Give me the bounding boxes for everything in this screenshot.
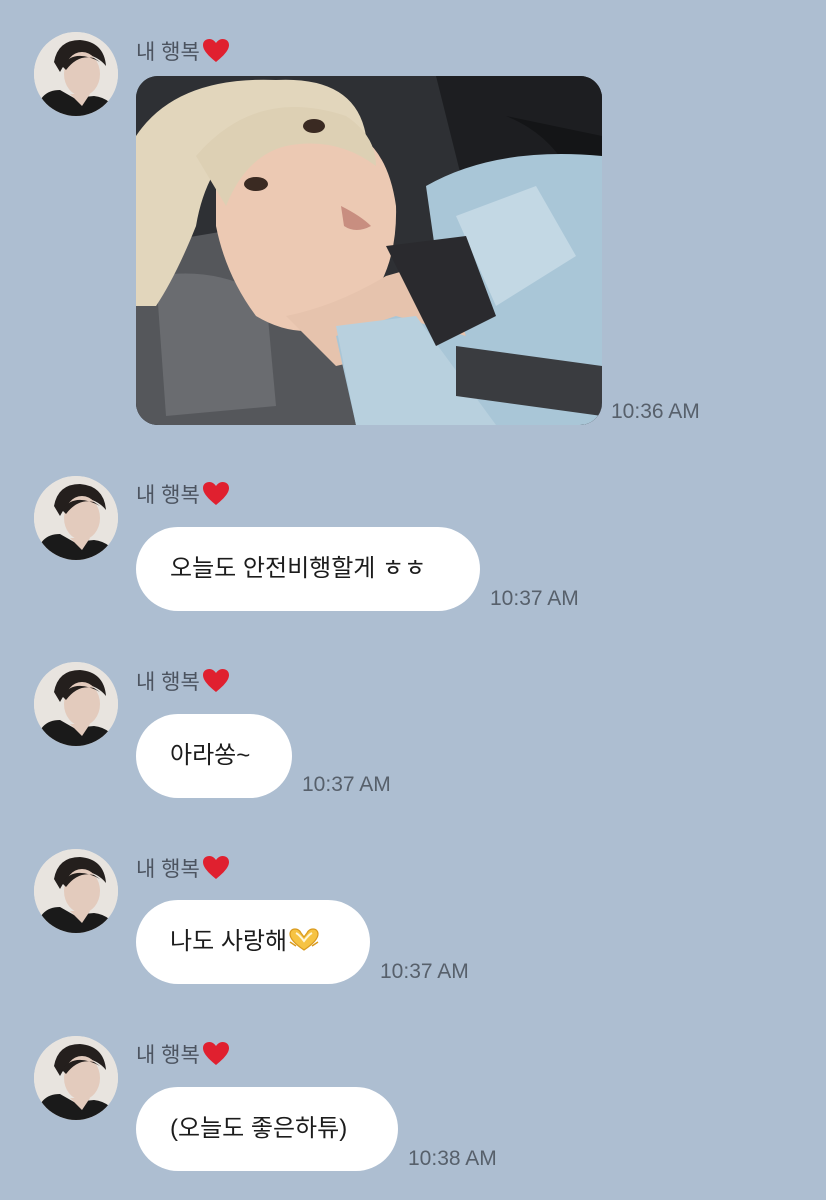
message-text: 오늘도 안전비행할게 ㅎㅎ: [170, 555, 427, 582]
timestamp: 10:37 AM: [302, 773, 391, 796]
sender-name: 내 행복: [136, 481, 230, 511]
sender-name-text: 내 행복: [136, 484, 200, 507]
avatar[interactable]: [34, 849, 118, 933]
sender-name: 내 행복: [136, 38, 230, 68]
sender-name-text: 내 행복: [136, 671, 200, 694]
avatar[interactable]: [34, 476, 118, 560]
message-text: (오늘도 좋은하튜): [170, 1115, 348, 1142]
timestamp: 10:37 AM: [490, 587, 579, 610]
heart-icon: [202, 1042, 229, 1065]
sender-name-text: 내 행복: [136, 1044, 200, 1067]
sender-name-text: 내 행복: [136, 41, 200, 64]
sender-name: 내 행복: [136, 668, 230, 698]
chat-thread[interactable]: 내 행복 10:36 AM 내 행복 오늘도 안전비행할게 ㅎㅎ 10:37 A…: [0, 0, 826, 1200]
timestamp: 10:36 AM: [611, 400, 700, 423]
avatar[interactable]: [34, 1036, 118, 1120]
sender-name: 내 행복: [136, 1041, 230, 1071]
photo-message[interactable]: [136, 76, 602, 425]
sender-name-text: 내 행복: [136, 858, 200, 881]
avatar[interactable]: [34, 32, 118, 116]
timestamp: 10:38 AM: [408, 1147, 497, 1170]
message-bubble[interactable]: (오늘도 좋은하튜): [136, 1087, 398, 1171]
message-bubble[interactable]: 나도 사랑해: [136, 900, 370, 984]
timestamp: 10:37 AM: [380, 960, 469, 983]
message-bubble[interactable]: 오늘도 안전비행할게 ㅎㅎ: [136, 527, 480, 611]
heart-hands-icon: [289, 928, 319, 951]
heart-icon: [202, 39, 229, 62]
sender-name: 내 행복: [136, 855, 230, 885]
heart-icon: [202, 482, 229, 505]
heart-icon: [202, 669, 229, 692]
message-text: 나도 사랑해: [170, 928, 288, 955]
message-bubble[interactable]: 아라쏭~: [136, 714, 292, 798]
selfie-photo: [136, 76, 602, 425]
message-text: 아라쏭~: [170, 742, 251, 769]
avatar[interactable]: [34, 662, 118, 746]
heart-icon: [202, 856, 229, 879]
